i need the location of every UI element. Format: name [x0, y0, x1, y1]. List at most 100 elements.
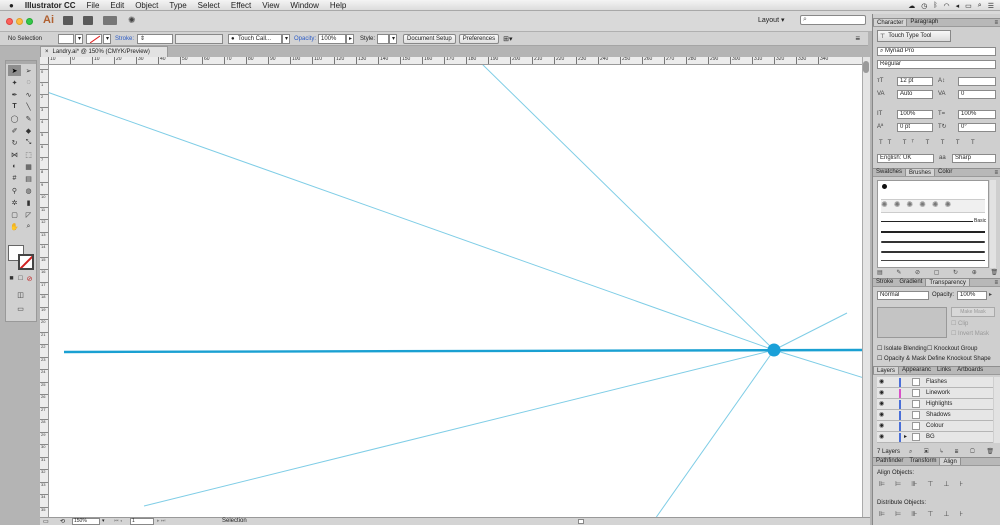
layer-row[interactable]: ◉ Colour [877, 421, 993, 432]
tracking-input[interactable]: 0 [958, 90, 996, 99]
graphic-style-swatch[interactable] [377, 33, 390, 44]
close-window-button[interactable] [6, 18, 13, 25]
opacity-label[interactable]: Opacity: [294, 36, 316, 42]
rotate-view-icon[interactable]: ⟲ [60, 518, 65, 525]
visibility-eye-icon[interactable]: ◉ [879, 411, 884, 418]
stock-icon[interactable] [83, 16, 93, 25]
drawing-mode-icon[interactable]: ◫ [14, 289, 27, 300]
document-tab[interactable]: × Landry.ai* @ 150% (CMYK/Preview) [40, 46, 168, 57]
menu-select[interactable]: Select [198, 1, 220, 10]
preferences-button[interactable]: Preferences [458, 33, 500, 44]
bridge-icon[interactable] [63, 16, 73, 25]
tab-align[interactable]: Align [939, 457, 961, 465]
battery-icon[interactable]: ▭ [965, 2, 972, 10]
symbol-sprayer-tool-icon[interactable]: ✲ [8, 197, 21, 208]
tab-appearance[interactable]: Appearanc [899, 366, 934, 374]
pencil-tool-icon[interactable]: ✐ [8, 125, 21, 136]
stroke-dropdown[interactable]: ▾ [103, 33, 111, 44]
anti-aliasing-select[interactable]: Sharp [952, 154, 996, 163]
width-tool-icon[interactable]: ⋈ [8, 149, 21, 160]
hand-tool-icon[interactable]: ✋ [8, 221, 21, 232]
tools-panel-grip[interactable] [6, 61, 36, 64]
none-mode-icon[interactable]: ⊘ [25, 273, 34, 284]
minimize-window-button[interactable] [16, 18, 23, 25]
tab-transform[interactable]: Transform [906, 457, 939, 465]
tab-layers[interactable]: Layers [873, 366, 900, 374]
clip-checkbox[interactable]: ☐ Clip [951, 320, 968, 327]
character-rotation-input[interactable]: 0° [958, 123, 996, 132]
baseline-shift-input[interactable]: 0 pt [897, 123, 933, 132]
tab-swatches[interactable]: Swatches [873, 168, 905, 176]
kerning-input[interactable]: Auto [897, 90, 933, 99]
scale-tool-icon[interactable]: ⤡ [22, 137, 35, 148]
brush-stroke[interactable] [881, 251, 985, 253]
tab-transparency[interactable]: Transparency [925, 278, 970, 286]
cloud-icon[interactable]: ☁ [908, 2, 915, 10]
workspace-switcher[interactable]: Layout ▾ [758, 16, 785, 24]
layer-row[interactable]: ◉ Shadows [877, 410, 993, 421]
invert-mask-checkbox[interactable]: ☐ Invert Mask [951, 330, 989, 337]
control-menu-icon[interactable]: ≡ [855, 34, 860, 43]
layer-row[interactable]: ◉ Highlights [877, 399, 993, 410]
layer-name[interactable]: Shadows [926, 412, 951, 418]
horizontal-scroll-thumb[interactable] [578, 519, 584, 524]
eyedropper-tool-icon[interactable]: ⚲ [8, 185, 21, 196]
apple-menu-icon[interactable]: ● [9, 1, 14, 10]
app-menu[interactable]: Illustrator CC [25, 1, 76, 10]
brush-calligraphic-swatch[interactable] [882, 184, 887, 189]
language-select[interactable]: English: UK [877, 154, 934, 163]
style-dropdown[interactable]: ▾ [389, 33, 398, 44]
menu-help[interactable]: Help [330, 1, 346, 10]
leading-input[interactable] [958, 77, 996, 86]
next-artboard-button[interactable]: ▸ ⏭ [157, 518, 165, 524]
layer-name[interactable]: Highlights [926, 401, 952, 407]
first-artboard-button[interactable]: ⏮ ◂ [114, 518, 122, 524]
visibility-eye-icon[interactable]: ◉ [879, 400, 884, 407]
stroke-weight-input[interactable]: ⇕ [137, 33, 174, 44]
align-object-buttons[interactable]: ⊫⊨⊪⊤⊥⊦ [879, 481, 973, 489]
scroll-thumb[interactable] [863, 61, 869, 73]
gpu-performance-icon[interactable]: ✺ [128, 15, 136, 26]
line-segment-tool-icon[interactable]: ╲ [22, 101, 35, 112]
brush-definition[interactable]: ● Touch Call... [228, 33, 283, 44]
ellipse-tool-icon[interactable]: ◯ [8, 113, 21, 124]
eraser-tool-icon[interactable]: ◆ [22, 125, 35, 136]
perspective-grid-tool-icon[interactable]: ▦ [22, 161, 35, 172]
panel-menu-icon[interactable]: ≡ [994, 170, 998, 176]
opacity-input[interactable]: 100% [957, 291, 987, 300]
zoom-level-input[interactable]: 150% [72, 518, 100, 525]
search-help-input[interactable]: ⌕ [800, 15, 866, 25]
zoom-window-button[interactable] [26, 18, 33, 25]
text-style-buttons[interactable]: TT Tᵀ T T T T [879, 139, 980, 147]
slice-tool-icon[interactable]: ◸ [22, 209, 35, 220]
artboard-tool-icon[interactable]: ▢ [8, 209, 21, 220]
brush-stroke[interactable] [881, 231, 985, 233]
brush-scrollbar[interactable] [990, 180, 996, 268]
tab-color[interactable]: Color [935, 168, 955, 176]
blend-tool-icon[interactable]: ◍ [22, 185, 35, 196]
lasso-tool-icon[interactable]: ◌ [22, 77, 35, 88]
free-transform-tool-icon[interactable]: ⬚ [22, 149, 35, 160]
shape-builder-tool-icon[interactable]: ◐ [8, 161, 21, 172]
mask-thumbnail[interactable] [877, 307, 947, 338]
document-setup-button[interactable]: Document Setup [403, 33, 456, 44]
visibility-eye-icon[interactable]: ◉ [879, 422, 884, 429]
gradient-tool-icon[interactable]: ▤ [22, 173, 35, 184]
layers-scrollbar[interactable] [994, 377, 1000, 443]
layers-panel-buttons[interactable]: ⌕ ▣ ↳ ⊞ ▢ 🗑 [909, 448, 999, 456]
layer-name[interactable]: Linework [926, 390, 950, 396]
brush-stroke[interactable] [881, 221, 973, 222]
screen-mode-icon[interactable]: ▭ [14, 303, 27, 314]
rotate-tool-icon[interactable]: ↻ [8, 137, 21, 148]
knockout-group-checkbox[interactable]: ☐ Knockout Group [927, 345, 977, 352]
bluetooth-icon[interactable]: ᛒ [933, 2, 937, 9]
make-mask-button[interactable]: Make Mask [951, 307, 995, 317]
menu-view[interactable]: View [262, 1, 279, 10]
font-family-select[interactable]: ⌕ Myriad Pro [877, 47, 996, 56]
layer-row[interactable]: ◉ Linework [877, 388, 993, 399]
zoom-tool-icon[interactable]: ⌕ [22, 221, 35, 232]
current-tool-status[interactable]: Selection [222, 518, 247, 524]
font-style-select[interactable]: Regular [877, 60, 996, 69]
column-graph-tool-icon[interactable]: ▮ [22, 197, 35, 208]
brush-stroke[interactable] [881, 260, 985, 261]
